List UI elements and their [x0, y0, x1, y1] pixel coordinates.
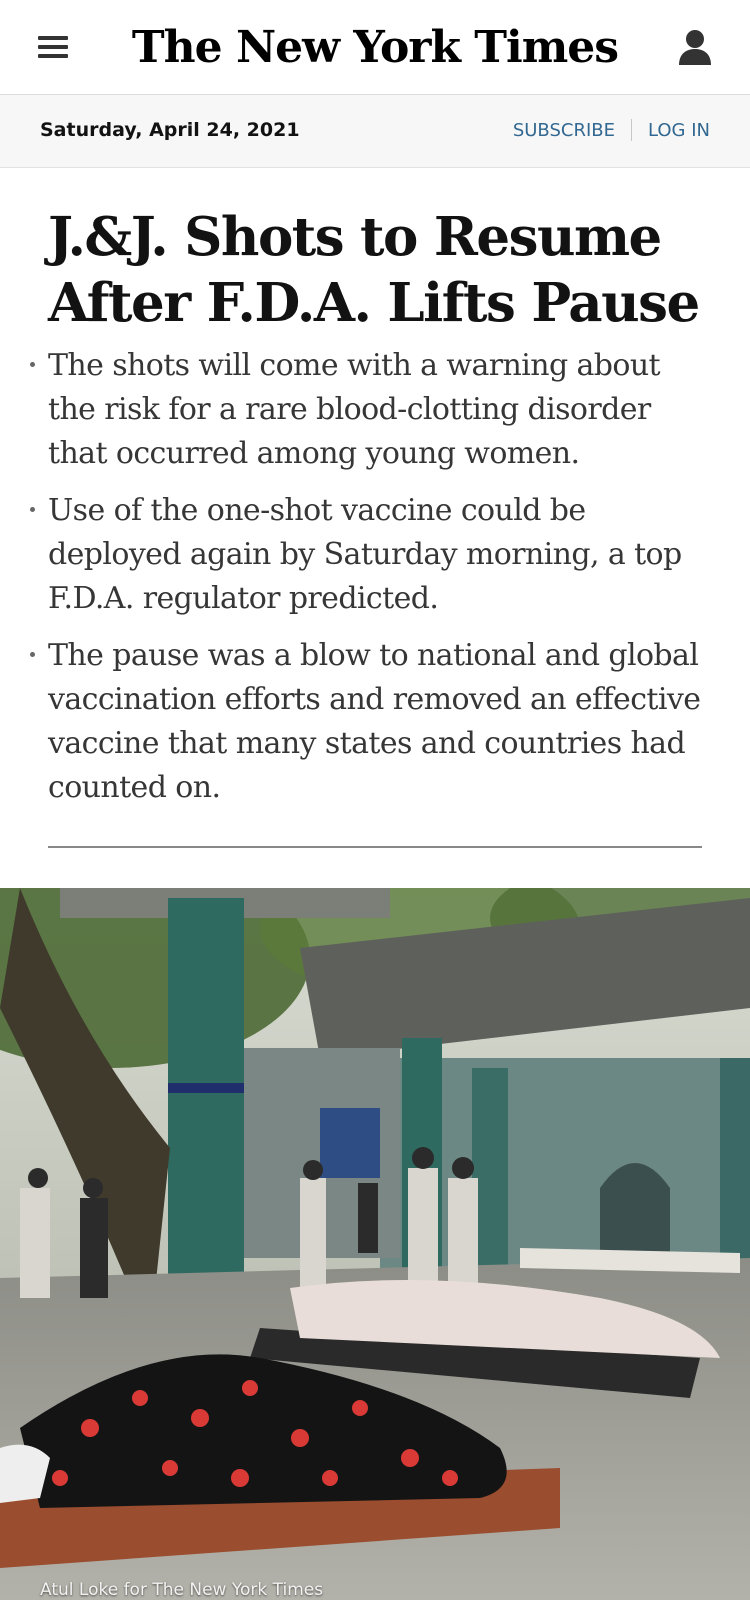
- account-links: SUBSCRIBE LOG IN: [513, 119, 710, 141]
- section-divider: [48, 846, 702, 848]
- photo-credit: Atul Loke for The New York Times: [40, 1580, 324, 1600]
- link-divider: [631, 119, 632, 141]
- summary-item: Use of the one-shot vaccine could be dep…: [30, 489, 710, 621]
- bullet-dot: [30, 362, 35, 367]
- summary-item: The shots will come with a warning about…: [30, 344, 710, 476]
- account-icon[interactable]: [678, 28, 712, 66]
- summary-text: The pause was a blow to national and glo…: [48, 638, 701, 805]
- summary-item: The pause was a blow to national and glo…: [30, 634, 710, 810]
- login-link[interactable]: LOG IN: [648, 120, 710, 141]
- photo-illustration: [0, 888, 750, 1600]
- summary-text: Use of the one-shot vaccine could be dep…: [48, 493, 682, 616]
- article-summary-list: The shots will come with a warning about…: [30, 344, 710, 823]
- current-date: Saturday, April 24, 2021: [40, 119, 300, 141]
- bullet-dot: [30, 652, 35, 657]
- date-and-account-bar: Saturday, April 24, 2021 SUBSCRIBE LOG I…: [0, 95, 750, 168]
- subscribe-link[interactable]: SUBSCRIBE: [513, 120, 615, 141]
- article-headline[interactable]: J.&J. Shots to Resume After F.D.A. Lifts…: [48, 204, 708, 336]
- top-navigation-bar: The New York Times: [0, 0, 750, 95]
- summary-text: The shots will come with a warning about…: [48, 348, 661, 471]
- article-photo[interactable]: Atul Loke for The New York Times: [0, 888, 750, 1600]
- nyt-masthead-logo[interactable]: The New York Times: [0, 18, 750, 78]
- bullet-dot: [30, 507, 35, 512]
